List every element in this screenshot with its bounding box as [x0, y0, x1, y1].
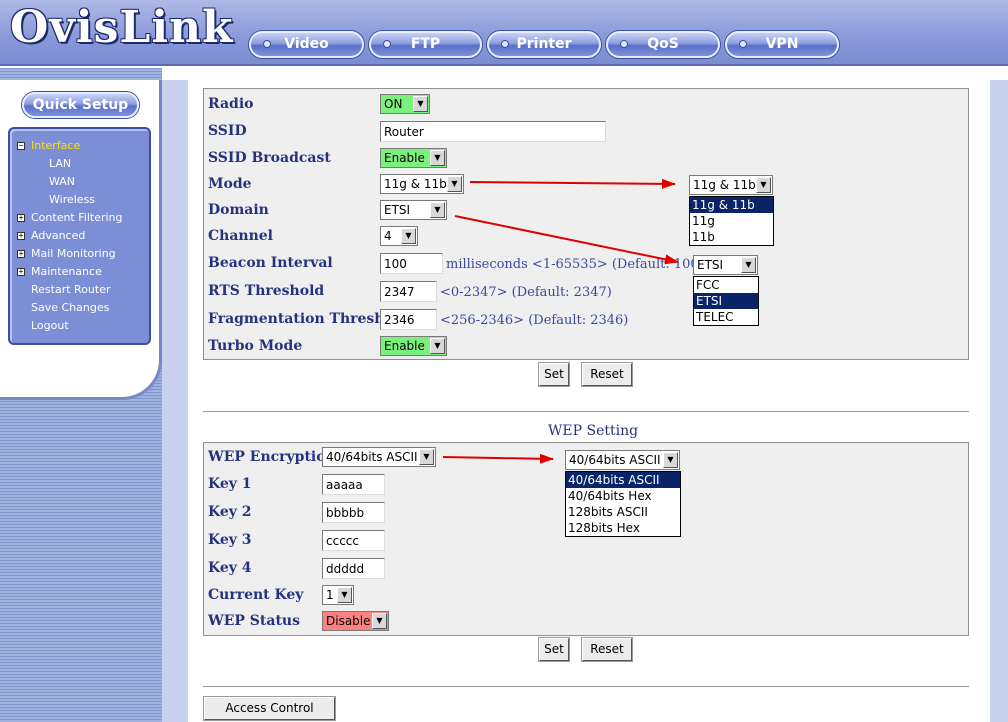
arrow-mode	[469, 178, 676, 189]
arrow-wep	[442, 453, 554, 464]
annotation-arrows	[442, 178, 679, 464]
arrow-domain	[454, 215, 679, 265]
